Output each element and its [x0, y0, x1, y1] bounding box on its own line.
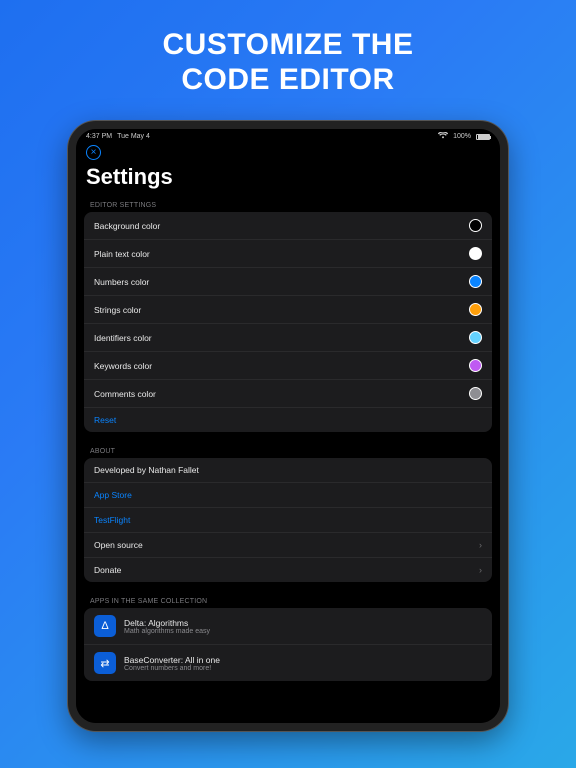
row-background-color[interactable]: Background color — [84, 212, 492, 240]
status-date: Tue May 4 — [117, 133, 150, 140]
row-app-store[interactable]: App Store — [84, 483, 492, 508]
row-numbers-color[interactable]: Numbers color — [84, 268, 492, 296]
section-header-apps: APPS IN THE SAME COLLECTION — [76, 592, 500, 608]
promo-line2: CODE EDITOR — [0, 63, 576, 98]
row-identifiers-color[interactable]: Identifiers color — [84, 324, 492, 352]
page-title: Settings — [76, 160, 500, 196]
row-label: TestFlight — [94, 515, 130, 525]
app-row-delta[interactable]: Δ Delta: Algorithms Math algorithms made… — [84, 608, 492, 645]
row-open-source[interactable]: Open source › — [84, 533, 492, 558]
color-swatch — [469, 359, 482, 372]
close-icon: × — [91, 148, 97, 158]
row-label: Comments color — [94, 389, 156, 399]
row-label: Donate — [94, 565, 121, 575]
row-comments-color[interactable]: Comments color — [84, 380, 492, 408]
chevron-right-icon: › — [479, 540, 482, 550]
status-time: 4:37 PM — [86, 133, 112, 140]
apps-group: Δ Delta: Algorithms Math algorithms made… — [84, 608, 492, 681]
app-subtitle: Math algorithms made easy — [124, 628, 210, 635]
about-group: Developed by Nathan Fallet App Store Tes… — [84, 458, 492, 582]
status-battery-pct: 100% — [453, 133, 471, 140]
app-icon: ⇄ — [94, 652, 116, 674]
app-name: BaseConverter: All in one — [124, 655, 220, 665]
row-label: App Store — [94, 490, 132, 500]
editor-settings-group: Background color Plain text color Number… — [84, 212, 492, 432]
wifi-icon — [438, 132, 448, 141]
reset-label: Reset — [94, 415, 116, 425]
row-strings-color[interactable]: Strings color — [84, 296, 492, 324]
color-swatch — [469, 303, 482, 316]
ipad-frame: 4:37 PM Tue May 4 100% × Settings EDITOR… — [68, 121, 508, 731]
status-bar: 4:37 PM Tue May 4 100% — [76, 129, 500, 143]
section-header-editor: EDITOR SETTINGS — [76, 196, 500, 212]
row-label: Developed by Nathan Fallet — [94, 465, 199, 475]
app-icon: Δ — [94, 615, 116, 637]
section-header-about: ABOUT — [76, 442, 500, 458]
row-reset[interactable]: Reset — [84, 408, 492, 432]
row-label: Keywords color — [94, 361, 152, 371]
battery-icon — [476, 134, 490, 140]
app-subtitle: Convert numbers and more! — [124, 665, 220, 672]
app-row-baseconverter[interactable]: ⇄ BaseConverter: All in one Convert numb… — [84, 645, 492, 681]
promo-headline: CUSTOMIZE THE CODE EDITOR — [0, 0, 576, 121]
row-testflight[interactable]: TestFlight — [84, 508, 492, 533]
screen: 4:37 PM Tue May 4 100% × Settings EDITOR… — [76, 129, 500, 723]
row-label: Open source — [94, 540, 143, 550]
color-swatch — [469, 275, 482, 288]
row-label: Identifiers color — [94, 333, 152, 343]
row-developed-by: Developed by Nathan Fallet — [84, 458, 492, 483]
close-button[interactable]: × — [86, 145, 101, 160]
color-swatch — [469, 331, 482, 344]
color-swatch — [469, 387, 482, 400]
app-name: Delta: Algorithms — [124, 618, 210, 628]
color-swatch — [469, 247, 482, 260]
row-donate[interactable]: Donate › — [84, 558, 492, 582]
chevron-right-icon: › — [479, 565, 482, 575]
color-swatch — [469, 219, 482, 232]
row-keywords-color[interactable]: Keywords color — [84, 352, 492, 380]
row-label: Background color — [94, 221, 160, 231]
row-plain-text-color[interactable]: Plain text color — [84, 240, 492, 268]
row-label: Strings color — [94, 305, 141, 315]
row-label: Numbers color — [94, 277, 149, 287]
promo-line1: CUSTOMIZE THE — [0, 28, 576, 63]
row-label: Plain text color — [94, 249, 150, 259]
